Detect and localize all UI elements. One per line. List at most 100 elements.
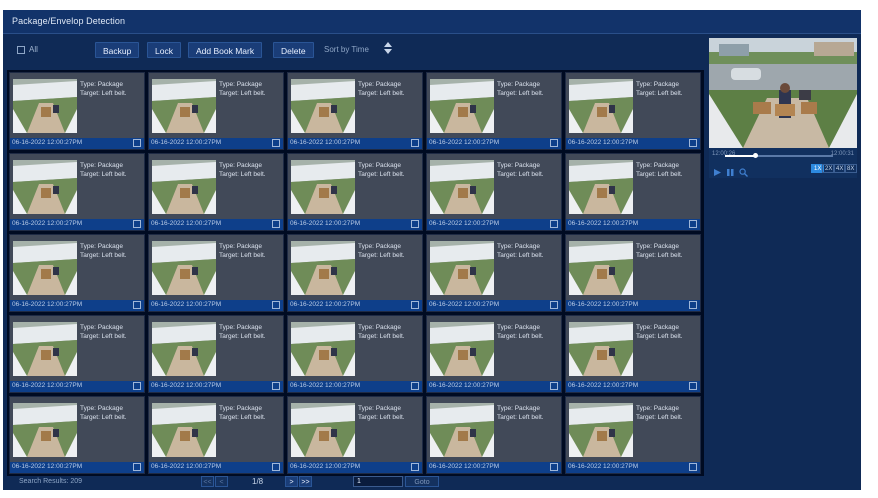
event-card[interactable]: Type: Package Target: Left belt. 06-16-2… xyxy=(426,72,562,150)
zoom-icon[interactable] xyxy=(739,164,748,177)
event-card[interactable]: Type: Package Target: Left belt. 06-16-2… xyxy=(287,396,423,474)
event-card[interactable]: Type: Package Target: Left belt. 06-16-2… xyxy=(148,153,284,231)
event-card[interactable]: Type: Package Target: Left belt. 06-16-2… xyxy=(565,396,701,474)
event-type: Type: Package xyxy=(358,324,401,331)
event-thumbnail[interactable] xyxy=(291,160,355,214)
lock-button[interactable]: Lock xyxy=(147,42,181,58)
event-thumbnail[interactable] xyxy=(569,79,633,133)
event-card[interactable]: Type: Package Target: Left belt. 06-16-2… xyxy=(9,153,145,231)
event-select-checkbox[interactable] xyxy=(272,382,280,390)
event-select-checkbox[interactable] xyxy=(689,139,697,147)
event-select-checkbox[interactable] xyxy=(272,139,280,147)
event-thumbnail[interactable] xyxy=(569,241,633,295)
event-select-checkbox[interactable] xyxy=(133,301,141,309)
sort-by-time-label[interactable]: Sort by Time xyxy=(324,45,369,54)
event-select-checkbox[interactable] xyxy=(133,463,141,471)
event-thumbnail[interactable] xyxy=(291,79,355,133)
event-thumbnail[interactable] xyxy=(152,79,216,133)
event-thumbnail[interactable] xyxy=(152,403,216,457)
event-select-checkbox[interactable] xyxy=(689,220,697,228)
event-select-checkbox[interactable] xyxy=(411,463,419,471)
event-select-checkbox[interactable] xyxy=(411,301,419,309)
prev-page-button[interactable]: < xyxy=(215,476,228,487)
event-card[interactable]: Type: Package Target: Left belt. 06-16-2… xyxy=(9,396,145,474)
play-icon[interactable] xyxy=(713,164,722,176)
backup-button[interactable]: Backup xyxy=(95,42,140,58)
seek-handle[interactable] xyxy=(752,153,758,158)
event-thumbnail[interactable] xyxy=(291,322,355,376)
video-preview[interactable] xyxy=(709,38,857,148)
event-card[interactable]: Type: Package Target: Left belt. 06-16-2… xyxy=(565,315,701,393)
select-all-checkbox[interactable] xyxy=(17,46,25,54)
event-card[interactable]: Type: Package Target: Left belt. 06-16-2… xyxy=(148,396,284,474)
event-select-checkbox[interactable] xyxy=(411,220,419,228)
event-select-checkbox[interactable] xyxy=(550,139,558,147)
event-select-checkbox[interactable] xyxy=(133,139,141,147)
event-select-checkbox[interactable] xyxy=(550,301,558,309)
page-indicator: 1/8 xyxy=(252,477,264,486)
event-thumbnail[interactable] xyxy=(13,79,77,133)
event-card[interactable]: Type: Package Target: Left belt. 06-16-2… xyxy=(9,72,145,150)
event-thumbnail[interactable] xyxy=(13,241,77,295)
event-card[interactable]: Type: Package Target: Left belt. 06-16-2… xyxy=(426,234,562,312)
event-target: Target: Left belt. xyxy=(80,251,127,259)
event-card[interactable]: Type: Package Target: Left belt. 06-16-2… xyxy=(9,234,145,312)
event-card[interactable]: Type: Package Target: Left belt. 06-16-2… xyxy=(148,315,284,393)
event-thumbnail[interactable] xyxy=(152,241,216,295)
event-card[interactable]: Type: Package Target: Left belt. 06-16-2… xyxy=(148,234,284,312)
event-card[interactable]: Type: Package Target: Left belt. 06-16-2… xyxy=(426,396,562,474)
event-thumbnail[interactable] xyxy=(13,403,77,457)
event-date-strip: 06-16-2022 12:00:27PM xyxy=(427,219,561,230)
event-card[interactable]: Type: Package Target: Left belt. 06-16-2… xyxy=(287,315,423,393)
event-thumbnail[interactable] xyxy=(13,322,77,376)
goto-button[interactable]: Goto xyxy=(405,476,439,487)
event-select-checkbox[interactable] xyxy=(689,382,697,390)
next-page-button[interactable]: > xyxy=(285,476,298,487)
event-select-checkbox[interactable] xyxy=(689,301,697,309)
event-card[interactable]: Type: Package Target: Left belt. 06-16-2… xyxy=(287,234,423,312)
event-select-checkbox[interactable] xyxy=(411,382,419,390)
event-thumbnail[interactable] xyxy=(569,322,633,376)
event-select-checkbox[interactable] xyxy=(133,220,141,228)
event-card[interactable]: Type: Package Target: Left belt. 06-16-2… xyxy=(9,315,145,393)
speed-8x-button[interactable]: 8X xyxy=(844,164,858,173)
event-thumbnail[interactable] xyxy=(291,241,355,295)
seek-bar[interactable] xyxy=(725,153,833,158)
event-thumbnail[interactable] xyxy=(152,160,216,214)
event-card[interactable]: Type: Package Target: Left belt. 06-16-2… xyxy=(426,315,562,393)
event-select-checkbox[interactable] xyxy=(411,139,419,147)
event-thumbnail[interactable] xyxy=(430,79,494,133)
event-select-checkbox[interactable] xyxy=(550,220,558,228)
event-select-checkbox[interactable] xyxy=(133,382,141,390)
event-thumbnail[interactable] xyxy=(430,241,494,295)
event-card[interactable]: Type: Package Target: Left belt. 06-16-2… xyxy=(287,72,423,150)
event-thumbnail[interactable] xyxy=(13,160,77,214)
event-card[interactable]: Type: Package Target: Left belt. 06-16-2… xyxy=(287,153,423,231)
event-card[interactable]: Type: Package Target: Left belt. 06-16-2… xyxy=(426,153,562,231)
event-thumbnail[interactable] xyxy=(430,160,494,214)
delete-button[interactable]: Delete xyxy=(273,42,314,58)
event-card[interactable]: Type: Package Target: Left belt. 06-16-2… xyxy=(565,72,701,150)
event-thumbnail[interactable] xyxy=(430,403,494,457)
event-thumbnail[interactable] xyxy=(430,322,494,376)
event-thumbnail[interactable] xyxy=(569,403,633,457)
sort-toggle-icon[interactable] xyxy=(384,42,392,56)
page-number-input[interactable]: 1 xyxy=(353,476,403,487)
event-thumbnail[interactable] xyxy=(291,403,355,457)
event-select-checkbox[interactable] xyxy=(689,463,697,471)
event-card[interactable]: Type: Package Target: Left belt. 06-16-2… xyxy=(148,72,284,150)
last-page-button[interactable]: >> xyxy=(299,476,312,487)
event-select-checkbox[interactable] xyxy=(272,301,280,309)
event-date-strip: 06-16-2022 12:00:27PM xyxy=(10,300,144,311)
event-select-checkbox[interactable] xyxy=(550,382,558,390)
event-select-checkbox[interactable] xyxy=(272,463,280,471)
add-bookmark-button[interactable]: Add Book Mark xyxy=(188,42,263,58)
event-thumbnail[interactable] xyxy=(569,160,633,214)
first-page-button[interactable]: << xyxy=(201,476,214,487)
event-thumbnail[interactable] xyxy=(152,322,216,376)
event-select-checkbox[interactable] xyxy=(272,220,280,228)
event-card[interactable]: Type: Package Target: Left belt. 06-16-2… xyxy=(565,153,701,231)
pause-icon[interactable] xyxy=(726,164,735,176)
event-select-checkbox[interactable] xyxy=(550,463,558,471)
event-card[interactable]: Type: Package Target: Left belt. 06-16-2… xyxy=(565,234,701,312)
